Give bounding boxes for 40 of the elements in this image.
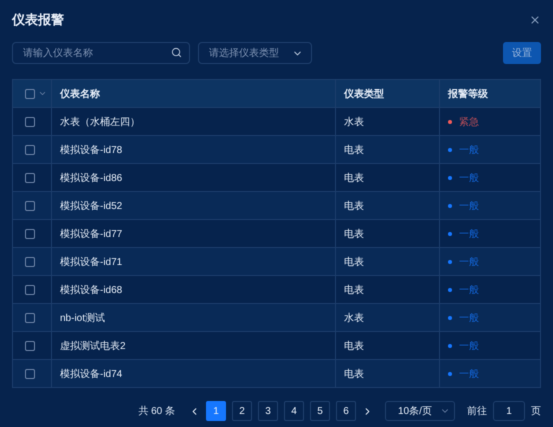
- total-count: 共 60 条: [138, 404, 175, 418]
- checkbox[interactable]: [25, 88, 35, 98]
- table-cell: 模拟设备-id74: [51, 360, 335, 387]
- checkbox[interactable]: [25, 228, 35, 238]
- checkbox[interactable]: [25, 172, 35, 182]
- checkbox[interactable]: [25, 312, 35, 322]
- page-button[interactable]: 3: [258, 401, 278, 421]
- goto-label: 前往: [467, 404, 487, 418]
- dialog-title: 仪表报警: [12, 11, 64, 29]
- alarm-level: 一般: [459, 228, 479, 240]
- alarm-level: 一般: [459, 256, 479, 268]
- alarm-level: 一般: [459, 312, 479, 324]
- settings-button[interactable]: 设置: [503, 42, 541, 64]
- alarm-level: 一般: [459, 368, 479, 380]
- checkbox[interactable]: [25, 368, 35, 378]
- checkbox[interactable]: [25, 116, 35, 126]
- alarm-level: 紧急: [459, 116, 479, 128]
- alarm-level: 一般: [459, 172, 479, 184]
- alarm-level: 一般: [459, 284, 479, 296]
- page-suffix: 页: [531, 405, 541, 418]
- close-icon[interactable]: [529, 14, 541, 26]
- page-input[interactable]: 1: [493, 401, 525, 421]
- page-size-select[interactable]: 10条/页: [385, 401, 455, 421]
- checkbox[interactable]: [25, 200, 35, 210]
- checkbox[interactable]: [25, 284, 35, 294]
- page-button[interactable]: 6: [336, 401, 356, 421]
- checkbox[interactable]: [25, 256, 35, 266]
- table-cell: 电表: [335, 360, 439, 387]
- type-select[interactable]: 请选择仪表类型: [198, 42, 312, 64]
- search-icon: [171, 47, 182, 58]
- checkbox[interactable]: [25, 340, 35, 350]
- alarm-level: 一般: [459, 144, 479, 156]
- page-button[interactable]: 4: [284, 401, 304, 421]
- page-button[interactable]: 2: [232, 401, 252, 421]
- search-field[interactable]: 请输入仪表名称: [12, 42, 190, 64]
- alarm-level: 一般: [459, 200, 479, 212]
- chevron-down-icon[interactable]: [38, 89, 47, 98]
- page-button[interactable]: 5: [310, 401, 330, 421]
- checkbox[interactable]: [25, 144, 35, 154]
- alarm-level: 一般: [459, 340, 479, 352]
